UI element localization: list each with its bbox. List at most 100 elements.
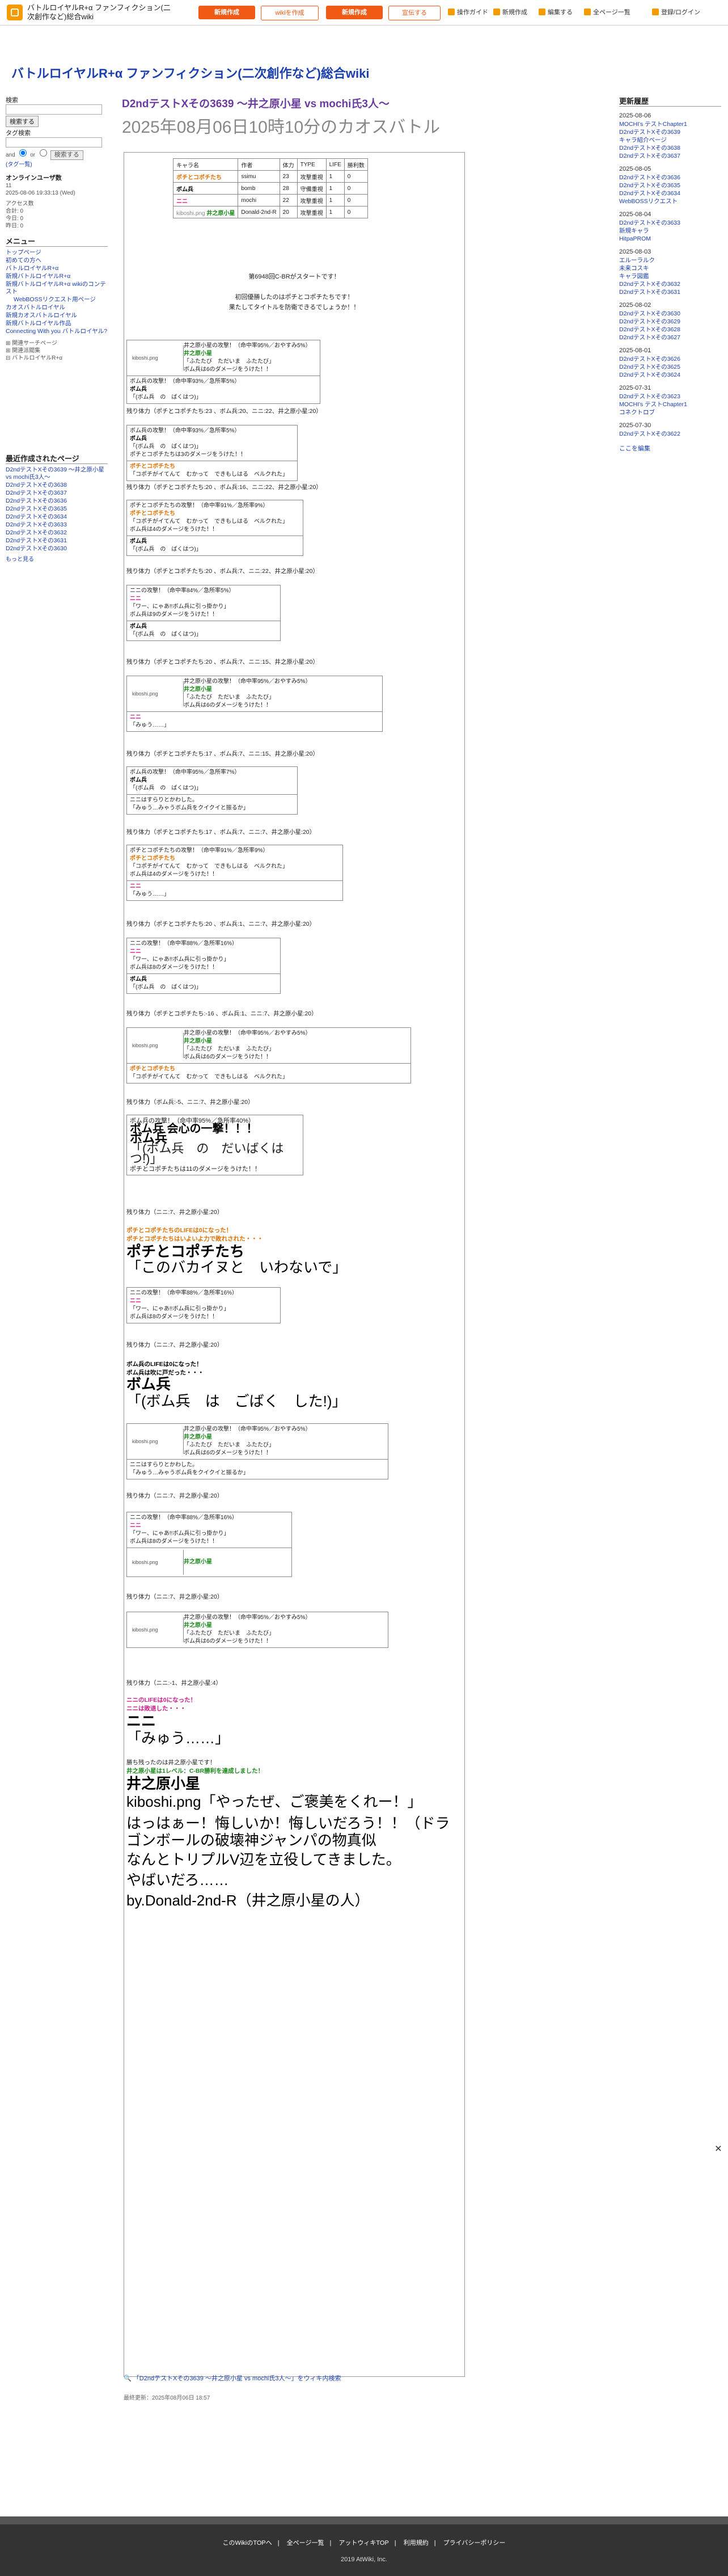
wiki-search-link[interactable]: 🔍 「D2ndテストXその3639 〜井之原小星 vs mochi氏3人〜」をウ… [124,2373,341,2401]
and-label: and [6,152,15,158]
search-icon: 🔍 [124,2375,132,2382]
footer-link-top[interactable]: このWikiのTOPへ [223,2540,272,2547]
footer-link-privacy[interactable]: プライバシーポリシー [443,2540,506,2547]
history-item[interactable]: D2ndテストXその3633 [619,220,721,227]
attack-box: ニニの攻撃！（命中率88%／急所率16%） ニニ 「ワー、にゃあ!!ボム兵に引っ掛か… [126,938,281,994]
history-item[interactable]: D2ndテストXその3631 [619,289,721,296]
history-item[interactable]: キャラ紹介ページ [619,137,721,144]
menu-item[interactable]: 初めての方へ [6,257,108,264]
history-item[interactable]: D2ndテストXその3637 [619,153,721,160]
intro-line: 初回優勝したのはポチとコポチたちです！ [235,294,354,301]
menu-item[interactable]: 新規バトルロイヤル作品 [6,320,108,327]
hp-line: 残り体力（ポチとコポチたち:20 、ボム兵:1、ニニ:7、井之原小星:20） [126,921,316,927]
table-row: ボム兵 bomb 28 守備重視 1 0 [172,182,368,195]
history-item[interactable]: キャラ図鑑 [619,273,721,280]
attack-box: ポチとコポチたちの攻撃！（命中率91%／急所率9%） ポチとコポチたち 「コポチがイ… [126,500,303,556]
search-button[interactable]: 検索する [6,116,39,127]
menu-item[interactable]: WebBOSSリクエスト用ページ [6,296,108,303]
history-item[interactable]: D2ndテストXその3622 [619,431,721,438]
history-item[interactable]: D2ndテストXその3639 [619,129,721,136]
or-radio[interactable] [39,149,47,157]
recent-item[interactable]: D2ndテストXその3638 [6,482,108,489]
plus-icon [493,9,500,15]
related-search-link[interactable]: ⊞ 関連サーチページ [6,340,108,347]
search-input[interactable] [6,104,102,115]
guide-link[interactable]: 操作ガイド [448,6,488,19]
history-item[interactable]: コネクトロブ [619,409,721,416]
history-list: D2ndテストXその3636 D2ndテストXその3635 D2ndテストXその36… [619,174,721,205]
recent-item[interactable]: D2ndテストXその3636 [6,498,108,505]
wiki-title[interactable]: バトルロイヤルR+α ファンフィクション(二次創作など)総合wiki [11,64,370,82]
history-item[interactable]: D2ndテストXその3629 [619,318,721,326]
menu-item[interactable]: 新規バトルロイヤルR+α [6,273,108,280]
tag-search-label: タグ検索 [6,130,31,137]
history-item[interactable]: D2ndテストXその3623 [619,393,721,400]
footer-link-terms[interactable]: 利用規約 [404,2540,429,2547]
more-link[interactable]: もっと見る [6,556,34,563]
history-item[interactable]: D2ndテストXその3627 [619,334,721,342]
promote-button[interactable]: 宣伝する [388,6,441,20]
edit-link[interactable]: 編集する [539,6,573,19]
site-name-mini[interactable]: バトルロイヤルR+α ファンフィクション(二次創作など)総合wiki [27,3,175,22]
menu-item[interactable]: トップページ [6,249,108,256]
menu-item[interactable]: バトルロイヤルR+α [6,265,108,272]
history-item[interactable]: D2ndテストXその3634 [619,190,721,197]
recent-item[interactable]: D2ndテストXその3634 [6,513,108,521]
history-list: D2ndテストXその3630 D2ndテストXその3629 D2ndテストXその36… [619,310,721,342]
access-today: 今日: 0 [6,216,24,222]
critical-box: ボム兵の攻撃！（命中率95%／急所率40%） ボム兵 会心の一撃！！！ ボム兵 「(ボ… [126,1115,303,1175]
last-updated: 最終更新：2025年08月06日 18:57 [124,2395,210,2401]
history-item[interactable]: WebBOSSリクエスト [619,198,721,205]
history-item[interactable]: HitpaPROM [619,235,721,243]
recent-item[interactable]: D2ndテストXその3637 [6,490,108,497]
history-item[interactable]: D2ndテストXその3626 [619,356,721,363]
expand-icon: ⊞ [6,340,12,347]
history-item[interactable]: D2ndテストXその3625 [619,364,721,371]
history-item[interactable]: D2ndテストXその3638 [619,145,721,152]
recent-item[interactable]: D2ndテストXその3631 [6,537,108,545]
and-radio[interactable] [19,149,27,157]
history-item[interactable]: D2ndテストXその3624 [619,372,721,379]
new-page-button[interactable]: 新規作成 [326,6,383,19]
footer-link-all[interactable]: 全ページ一覧 [287,2540,324,2547]
battle-royal-link[interactable]: ⊟ バトルロイヤルR+α [6,355,108,362]
hp-line: 残り体力（ニニ:7、井之原小星:20） [126,1342,223,1348]
history-item[interactable]: 新規キャラ [619,227,721,235]
history-item[interactable]: MOCHI's テストChapter1 [619,401,721,408]
history-item[interactable]: D2ndテストXその3636 [619,174,721,182]
history-item[interactable]: D2ndテストXその3630 [619,310,721,318]
history-item[interactable]: D2ndテストXその3635 [619,182,721,189]
top-bar: バトルロイヤルR+α ファンフィクション(二次創作など)総合wiki 新規作成 … [0,0,728,26]
edit-here-link[interactable]: ここを編集 [619,445,650,452]
create-page-button[interactable]: 新規作成 [198,6,255,19]
wiki-logo-icon[interactable] [7,5,23,20]
menu-item[interactable]: 新規カオスバトルロイヤル [6,312,108,319]
history-item[interactable]: 未来コスキ [619,265,721,272]
history-item[interactable]: MOCHI's テストChapter1 [619,121,721,128]
history-item[interactable]: エルーラルク [619,257,721,264]
history-item[interactable]: D2ndテストXその3632 [619,281,721,288]
recent-item[interactable]: D2ndテストXその3633 [6,521,108,529]
recent-item[interactable]: D2ndテストXその3632 [6,529,108,537]
recent-title: 最近作成されたページ [6,453,108,464]
new-link[interactable]: 新規作成 [493,6,527,19]
all-pages-link[interactable]: 全ページ一覧 [584,6,630,19]
recent-item[interactable]: D2ndテストXその3639 〜井之原小星 vs mochi氏3人〜 [6,466,108,481]
tag-search-button[interactable]: 検索する [50,150,83,160]
menu-item[interactable]: 新規バトルロイヤルR+α wikiのコンテスト [6,281,108,296]
close-icon[interactable]: ✕ [713,2144,723,2155]
create-wiki-button[interactable]: wikiを作成 [261,6,319,20]
recent-item[interactable]: D2ndテストXその3635 [6,505,108,513]
history-item[interactable]: D2ndテストXその3628 [619,326,721,334]
user-icon [652,9,659,15]
login-link[interactable]: 登録/ログイン [652,6,700,19]
tag-search-input[interactable] [6,137,102,147]
tag-list-link[interactable]: (タグ一覧) [6,162,32,168]
attack-box: kiboshi.png井之原小星の攻撃！（命中率95%／おやすみ5%） 井之原小星… [126,340,320,404]
recent-item[interactable]: D2ndテストXその3630 [6,545,108,553]
page-title: D2ndテストXその3639 〜井之原小星 vs mochi氏3人〜 [122,98,390,110]
menu-item[interactable]: Connecting With you バトルロイヤル? [6,328,108,335]
menu-item[interactable]: カオスバトルロイヤル [6,304,108,311]
related-faction-link[interactable]: ⊞ 関連派閥集 [6,347,108,355]
footer-link-atwiki[interactable]: アットウィキTOP [338,2540,388,2547]
